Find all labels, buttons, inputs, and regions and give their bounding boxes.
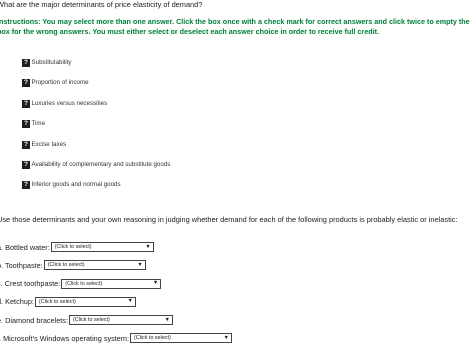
checkbox-unanswered-icon[interactable]: ? [22, 79, 30, 88]
dropdown-arrow-icon: ▼ [152, 280, 159, 287]
dropdown-arrow-icon: ▼ [223, 334, 229, 341]
product-row-crest-toothpaste: c. Crest toothpaste: (Click to select) ▼ [0, 278, 232, 289]
dropdown-value: (Click to select) [47, 262, 85, 269]
product-label: b. Toothpaste: [0, 260, 43, 270]
elasticity-dropdown[interactable]: (Click to select) ▼ [34, 296, 136, 307]
dropdown-arrow-icon: ▼ [164, 316, 170, 323]
elasticity-dropdown[interactable]: (Click to select) ▼ [43, 260, 146, 271]
product-label: c. Crest toothpaste: [0, 279, 61, 289]
product-row-ketchup: d. Ketchup: (Click to select) ▼ [0, 296, 232, 307]
checkbox-unanswered-icon[interactable]: ? [22, 140, 30, 149]
answer-choices: ? Substitutability ? Proportion of incom… [22, 58, 170, 201]
product-row-bottled-water: a. Bottled water: (Click to select) ▼ [0, 242, 232, 252]
choice-label: Inferior goods and normal goods [31, 181, 121, 189]
choice-label: Luxuries versus necessities [31, 99, 108, 107]
checkbox-unanswered-icon[interactable]: ? [22, 120, 30, 129]
question-text: What are the major determinants of price… [0, 0, 203, 9]
choice-excise-taxes[interactable]: ? Excise taxes [22, 140, 170, 150]
dropdown-arrow-icon: ▼ [145, 243, 151, 250]
product-label: d. Ketchup: [0, 297, 34, 307]
choice-label: Time [31, 120, 46, 128]
dropdown-arrow-icon: ▼ [137, 261, 143, 268]
checkbox-unanswered-icon[interactable]: ? [22, 59, 30, 67]
dropdown-value: (Click to select) [133, 335, 171, 342]
dropdown-value: (Click to select) [65, 280, 103, 287]
checkbox-unanswered-icon[interactable]: ? [22, 99, 30, 108]
dropdown-value: (Click to select) [38, 298, 76, 305]
choice-proportion-of-income[interactable]: ? Proportion of income [22, 78, 170, 88]
dropdown-value: (Click to select) [72, 317, 110, 324]
product-row-diamond-bracelets: e. Diamond bracelets: (Click to select) … [0, 315, 232, 326]
product-label: a. Bottled water: [0, 242, 50, 252]
product-label: e. Diamond bracelets: [0, 315, 68, 325]
choice-time[interactable]: ? Time [22, 119, 170, 129]
elasticity-dropdown[interactable]: (Click to select) ▼ [129, 333, 232, 344]
instructions-text: Instructions: You may select more than o… [0, 17, 470, 36]
dropdown-value: (Click to select) [54, 244, 92, 250]
elasticity-dropdown[interactable]: (Click to select) ▼ [68, 315, 173, 326]
choice-substitutability[interactable]: ? Substitutability [22, 58, 170, 68]
choice-complementary-substitute-goods[interactable]: ? Availability of complementary and subs… [22, 160, 170, 170]
elasticity-dropdown[interactable]: (Click to select) ▼ [50, 242, 154, 252]
dropdown-arrow-icon: ▼ [127, 298, 133, 305]
product-row-windows-os: f. Microsoft's Windows operating system:… [0, 333, 232, 344]
choice-luxuries-vs-necessities[interactable]: ? Luxuries versus necessities [22, 99, 170, 109]
choice-label: Availability of complementary and substi… [31, 160, 171, 168]
product-label: f. Microsoft's Windows operating system: [0, 333, 129, 343]
choice-label: Excise taxes [31, 140, 67, 148]
choice-inferior-normal-goods[interactable]: ? Inferior goods and normal goods [22, 180, 170, 190]
choice-label: Proportion of income [31, 79, 89, 87]
checkbox-unanswered-icon[interactable]: ? [22, 181, 30, 190]
elasticity-dropdown[interactable]: (Click to select) ▼ [61, 278, 162, 289]
checkbox-unanswered-icon[interactable]: ? [22, 160, 30, 169]
products-instructions: Use those determinants and your own reas… [0, 215, 458, 224]
product-row-toothpaste: b. Toothpaste: (Click to select) ▼ [0, 260, 232, 271]
choice-label: Substitutability [31, 59, 72, 66]
product-list: a. Bottled water: (Click to select) ▼ b.… [0, 242, 232, 352]
